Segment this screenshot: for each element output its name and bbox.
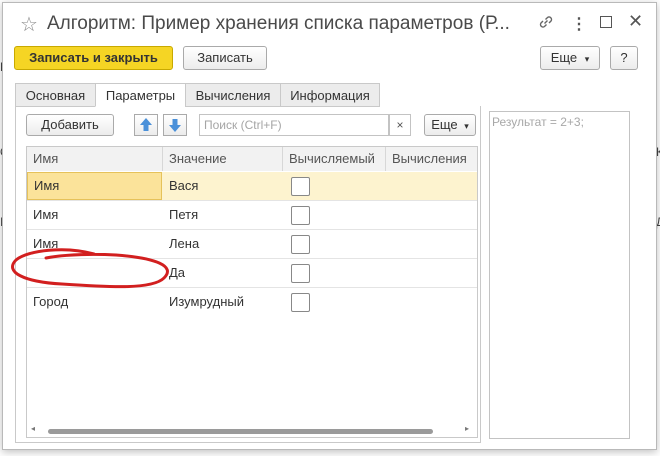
cell-name[interactable]: Имя [27,172,162,200]
column-header-value[interactable]: Значение [163,147,283,171]
computed-checkbox[interactable] [291,206,310,225]
annotation-circle [11,248,169,289]
tab-calculations[interactable]: Вычисления [185,83,281,107]
tab-information[interactable]: Информация [280,83,380,107]
table-more-label: Еще [431,117,458,132]
arrow-up-icon [140,118,152,131]
move-down-button[interactable] [163,114,187,136]
save-and-close-button[interactable]: Записать и закрыть [14,46,173,70]
cell-value[interactable]: Изумрудный [163,288,283,316]
scroll-left-icon[interactable]: ◂ [31,424,35,433]
column-header-calculations[interactable]: Вычисления [386,147,477,171]
table-more-button[interactable]: Еще ▾ [424,114,476,136]
link-icon[interactable] [538,14,554,35]
close-icon[interactable]: ✕ [628,11,643,32]
table-row[interactable]: Имя Петя [27,201,477,230]
cell-value[interactable]: Петя [163,201,283,229]
cell-value[interactable]: Да [163,259,283,287]
computed-checkbox[interactable] [291,235,310,254]
column-header-name[interactable]: Имя [27,147,163,171]
dropdown-arrow-icon: ▾ [464,121,469,131]
table-row[interactable]: Имя Вася [27,172,477,201]
dropdown-arrow-icon: ▾ [584,54,590,64]
result-textarea[interactable]: Результат = 2+3; [489,111,630,439]
clear-search-button[interactable]: × [389,114,411,136]
window-title: Алгоритм: Пример хранения списка парамет… [47,13,510,34]
column-header-computed[interactable]: Вычисляемый [283,147,386,171]
star-icon[interactable]: ☆ [20,12,38,37]
move-up-button[interactable] [134,114,158,136]
more-vert-icon[interactable]: ⋮ [571,14,587,34]
computed-checkbox[interactable] [291,264,310,283]
tab-main[interactable]: Основная [15,83,96,107]
horizontal-scrollbar[interactable]: ◂ ▸ [28,424,476,436]
scroll-right-icon[interactable]: ▸ [465,424,469,433]
search-input[interactable]: Поиск (Ctrl+F) [199,114,389,136]
more-label: Еще [550,50,578,65]
cell-value[interactable]: Лена [163,230,283,258]
dialog-window: ☆ Алгоритм: Пример хранения списка парам… [2,2,657,450]
save-button[interactable]: Записать [183,46,267,70]
computed-checkbox[interactable] [291,293,310,312]
cell-name[interactable]: Имя [27,201,163,229]
computed-checkbox[interactable] [291,177,310,196]
tab-parameters[interactable]: Параметры [95,83,186,107]
scrollbar-thumb[interactable] [48,429,433,434]
help-button[interactable]: ? [610,46,638,70]
more-button[interactable]: Еще ▾ [540,46,600,70]
maximize-icon[interactable] [600,16,612,28]
add-button[interactable]: Добавить [26,114,114,136]
arrow-down-icon [169,119,181,132]
cell-value[interactable]: Вася [163,172,283,200]
